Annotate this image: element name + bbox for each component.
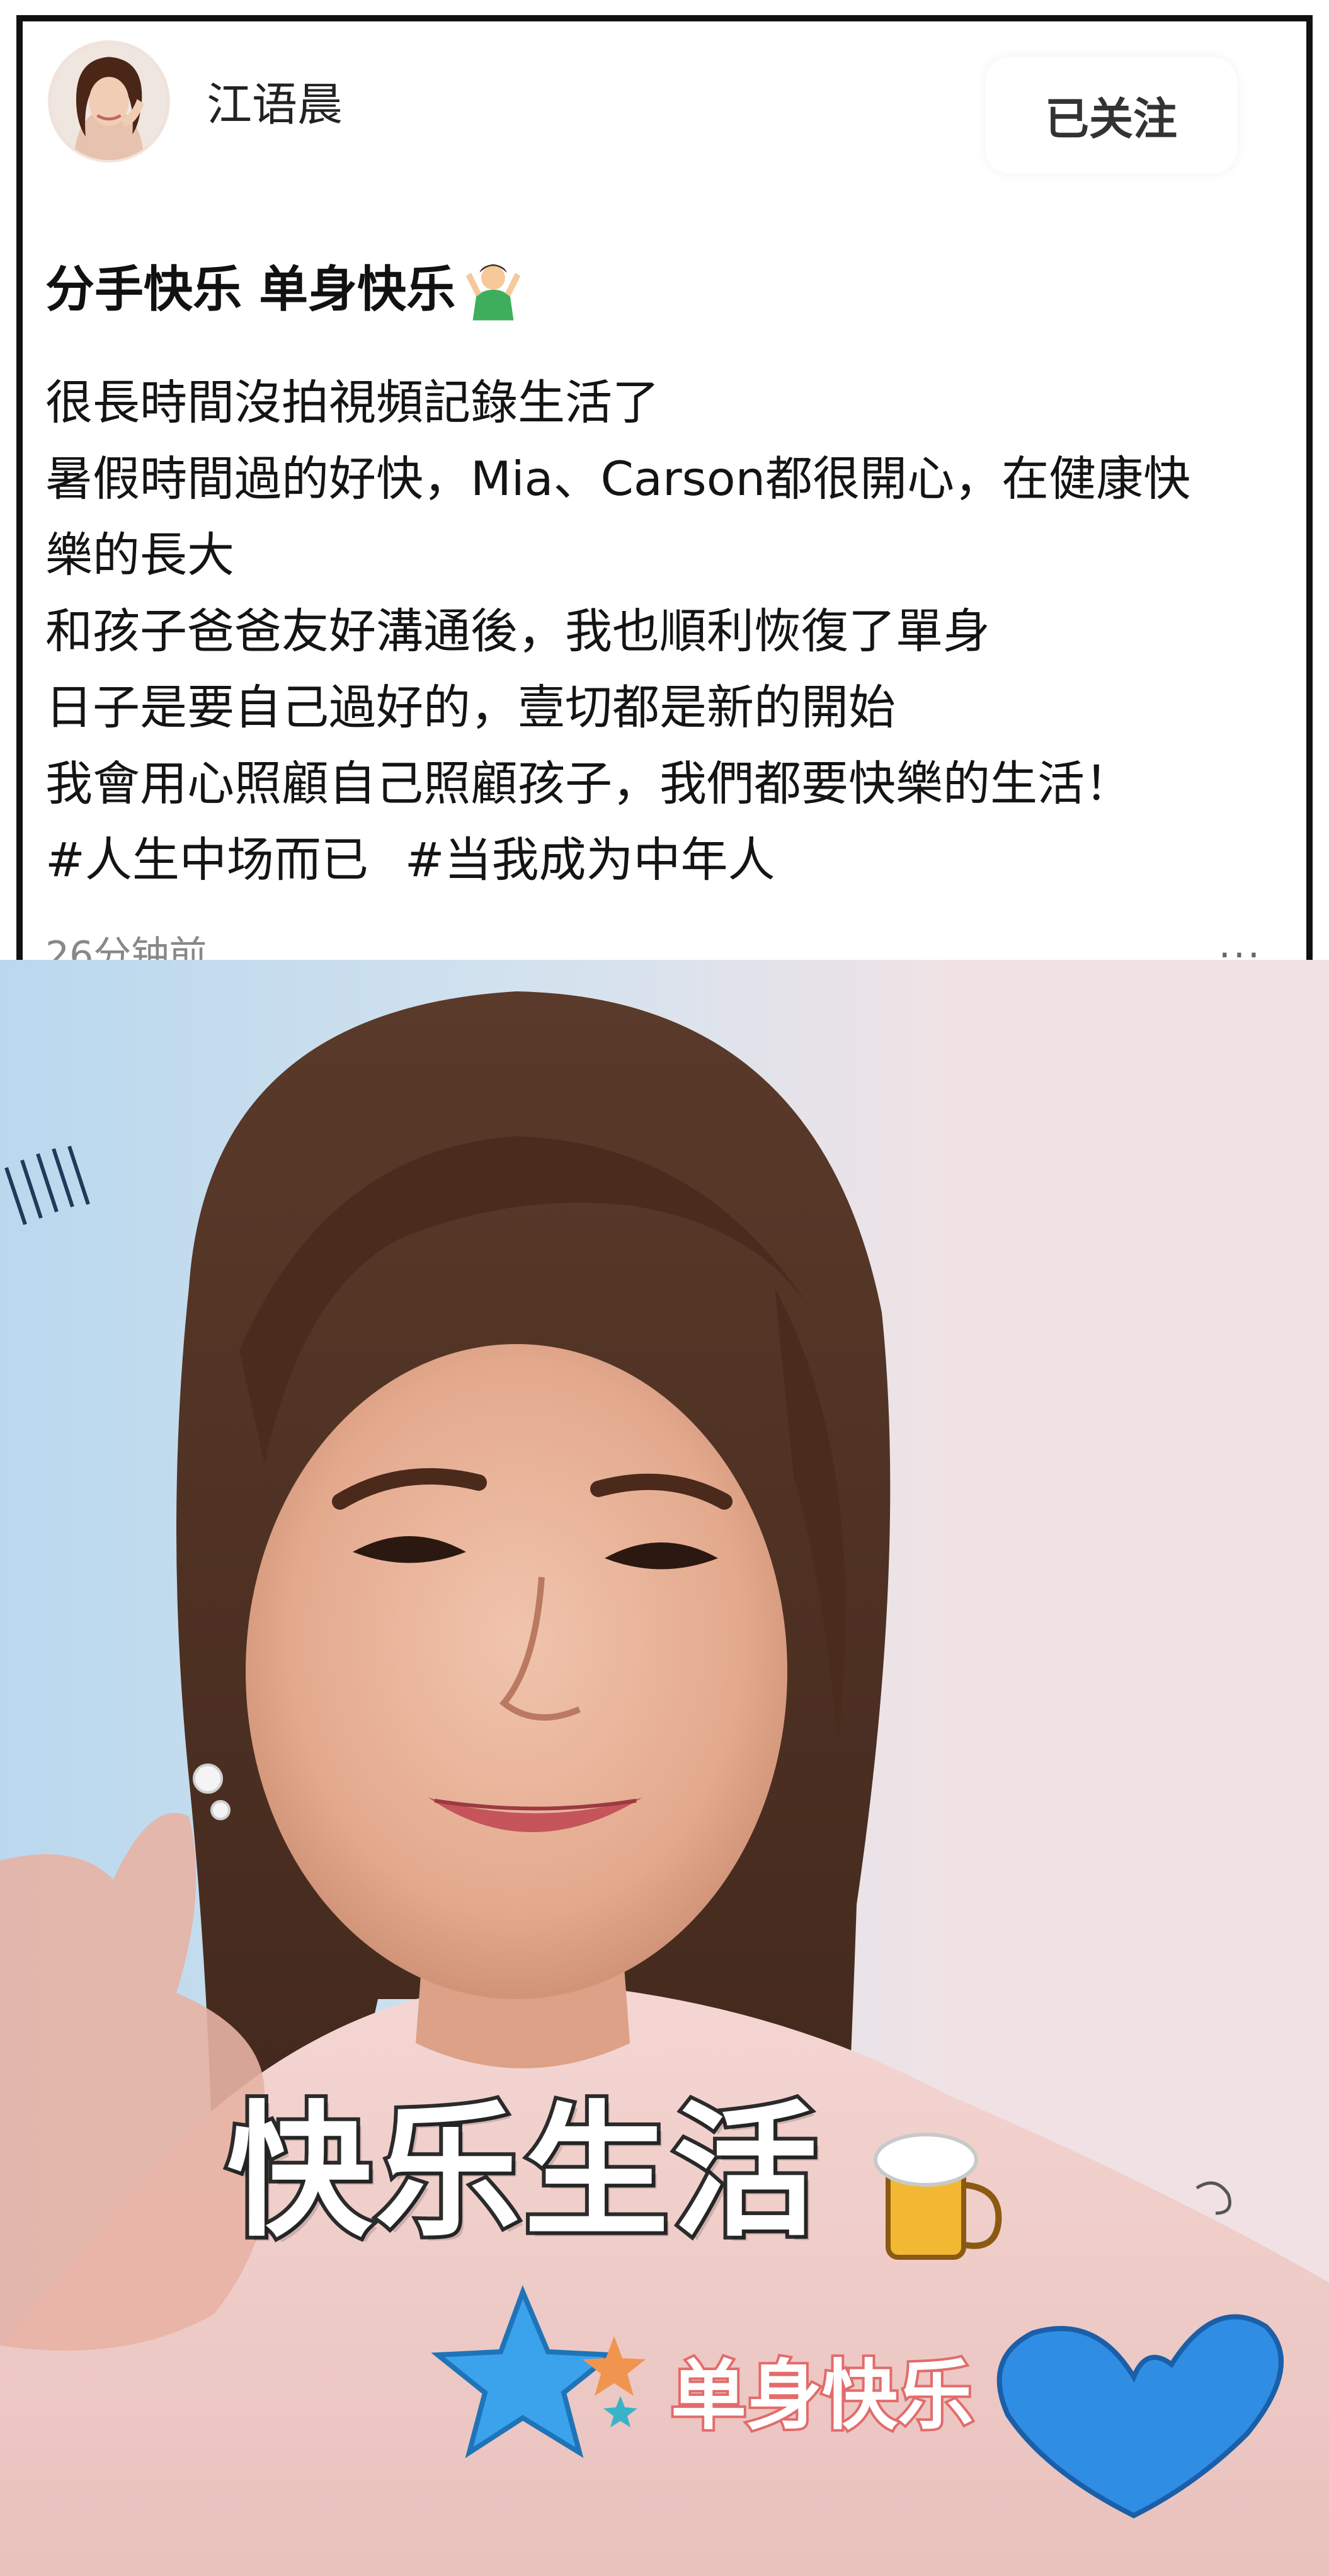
avatar[interactable] — [48, 40, 170, 162]
person-gesturing-emoji — [459, 256, 527, 324]
follow-button[interactable]: 已关注 — [985, 57, 1237, 174]
selfie-image — [0, 960, 1329, 2576]
post-photo[interactable] — [0, 960, 1329, 2576]
weibo-post-card: 江语晨 已关注 分手快乐 单身快乐 很長時間沒拍視頻記錄生活了 暑假時間過的好快… — [16, 15, 1313, 960]
sticker-caption-sub: 单身快乐 — [668, 2350, 976, 2442]
post-line: 日子是要自己過好的，壹切都是新的開始 — [45, 680, 896, 735]
post-body: 很長時間沒拍視頻記錄生活了 暑假時間過的好快，Mia、Carson都很開心，在健… — [45, 365, 1299, 898]
post-line: 暑假時間過的好快，Mia、Carson都很開心，在健康快 — [45, 451, 1191, 506]
post-title: 分手快乐 单身快乐 — [45, 256, 527, 324]
post-line: 和孩子爸爸友好溝通後，我也順利恢復了單身 — [45, 603, 991, 659]
hashtag-link[interactable]: #当我成为中年人 — [405, 832, 775, 887]
author-name[interactable]: 江语晨 — [207, 79, 343, 130]
sticker-caption-main: 快乐生活 — [223, 2087, 822, 2259]
more-options-icon[interactable]: ··· — [1219, 933, 1262, 960]
post-line: 很長時間沒拍視頻記錄生活了 — [45, 375, 660, 430]
post-line: 我會用心照顧自己照顧孩子，我們都要快樂的生活！ — [45, 756, 1132, 811]
post-line: 樂的長大 — [45, 527, 235, 583]
hashtag-link[interactable]: #人生中场而已 — [45, 832, 368, 887]
post-timestamp: 26分钟前 — [45, 933, 207, 960]
hashtag-row: #人生中场而已 #当我成为中年人 — [45, 822, 1299, 898]
post-title-text: 分手快乐 单身快乐 — [45, 261, 456, 318]
avatar-portrait — [50, 43, 168, 160]
